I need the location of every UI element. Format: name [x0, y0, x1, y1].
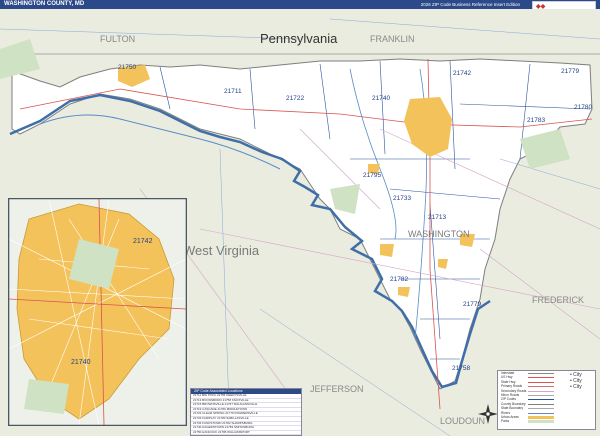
- label-washington: WASHINGTON: [408, 229, 470, 239]
- zip-label: 21780: [574, 104, 592, 111]
- legend-row: 21750 HANCOCK 21795 WILLIAMSPORT: [191, 431, 301, 436]
- city-symbol-key: • City • City • City: [570, 372, 582, 390]
- zip-label: 21750: [118, 64, 136, 71]
- zip-label: 21795: [363, 172, 381, 179]
- zip-label: 21713: [428, 214, 446, 221]
- inset-zip-label: 21740: [71, 359, 91, 366]
- inset-park: [24, 379, 69, 414]
- label-frederick: FREDERICK: [532, 295, 584, 305]
- zip-label: 21758: [452, 365, 470, 372]
- zip-label: 21733: [393, 195, 411, 202]
- label-west-virginia: West Virginia: [183, 243, 260, 258]
- zip-label: 21779: [561, 68, 579, 75]
- zip-label: 21782: [390, 276, 408, 283]
- inset-map: 21742 21740: [8, 198, 187, 426]
- map-frame: WASHINGTON COUNTY, MD 2026 ZIP Code Busi…: [0, 0, 600, 436]
- zip-legend-table: ZIP Code Associated Locations 21711 BIG …: [190, 388, 302, 436]
- label-fulton: FULTON: [100, 34, 135, 44]
- map-title: WASHINGTON COUNTY, MD: [4, 1, 85, 7]
- urban-sharpsburg: [380, 244, 394, 257]
- inset-zip-label: 21742: [133, 238, 153, 245]
- label-franklin: FRANKLIN: [370, 34, 415, 44]
- title-bar: WASHINGTON COUNTY, MD 2026 ZIP Code Busi…: [0, 0, 600, 9]
- zip-label: 21740: [372, 95, 390, 102]
- zip-label: 21783: [527, 117, 545, 124]
- compass-rose-icon: [478, 404, 498, 424]
- zip-label: 21742: [453, 70, 471, 77]
- label-jefferson: JEFFERSON: [310, 384, 364, 394]
- map-subtitle: 2026 ZIP Code Business Reference Insert …: [420, 2, 520, 7]
- zip-label: 21722: [286, 95, 304, 102]
- inset-svg: 21742 21740: [9, 199, 186, 425]
- label-pennsylvania: Pennsylvania: [260, 31, 338, 46]
- zip-label: 21711: [224, 88, 242, 95]
- zip-label: 21779: [463, 301, 481, 308]
- key-row: Parks: [498, 419, 595, 424]
